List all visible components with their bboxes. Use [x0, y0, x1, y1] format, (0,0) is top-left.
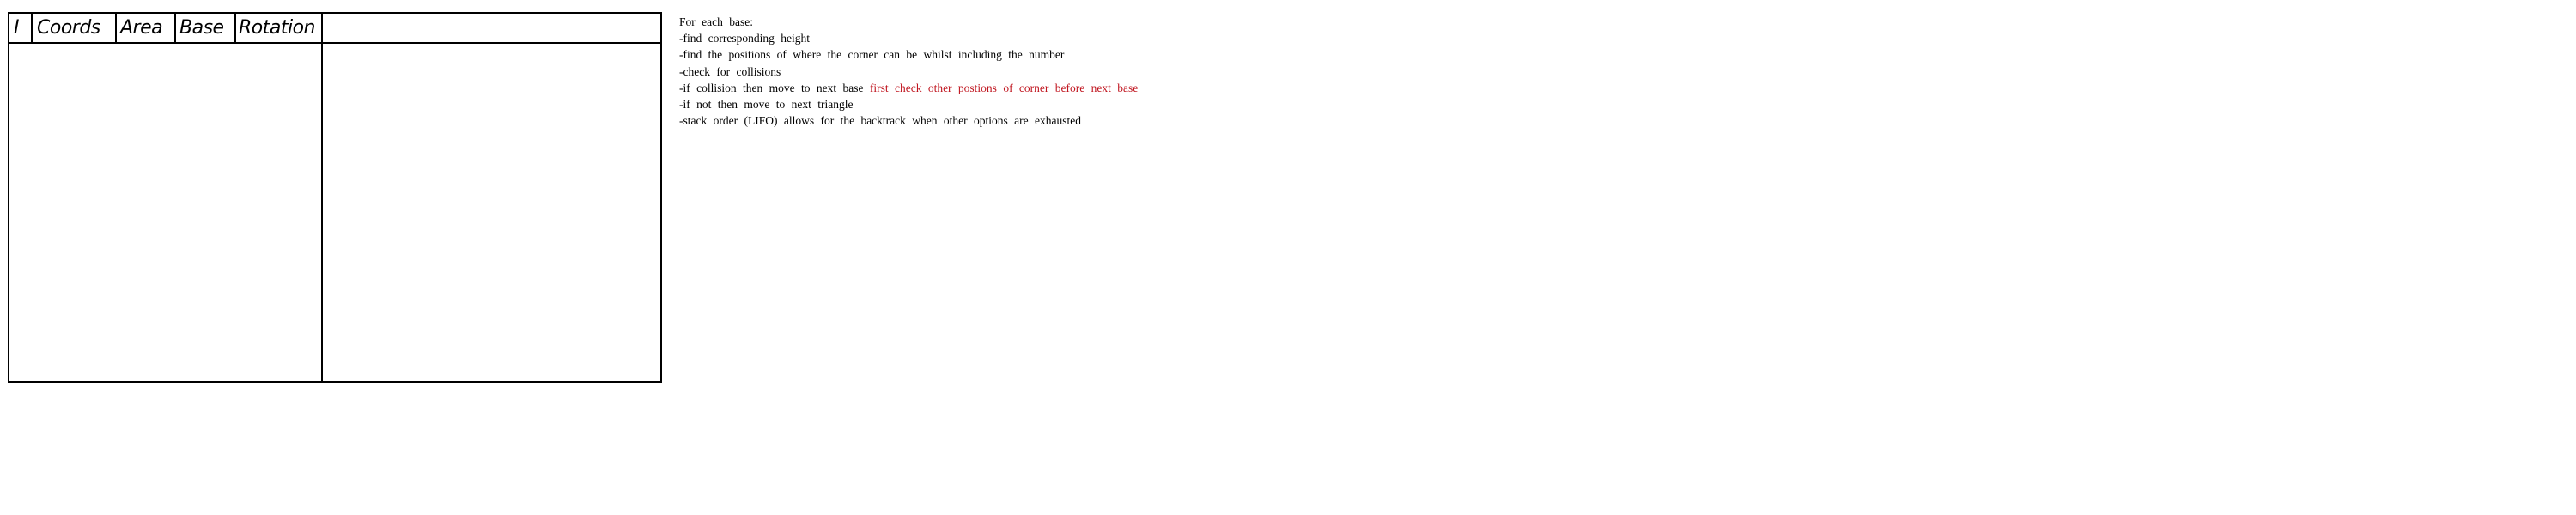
red-annotation: first check other postions of corner bef…: [869, 81, 1139, 94]
column-header-coords: Coords: [37, 17, 100, 39]
column-header-area: Area: [120, 17, 163, 39]
note-line: -check for collisions: [679, 64, 781, 78]
header-divider: [174, 14, 176, 42]
column-header-rotation: Rotation: [239, 17, 316, 39]
note-line: -stack order (LIFO) allows for the backt…: [679, 114, 1081, 128]
note-line: -if not then move to next triangle: [679, 98, 854, 112]
header-rule: [9, 42, 660, 44]
note-line: -find corresponding height: [679, 32, 810, 45]
column-header-index: I: [14, 17, 20, 39]
header-divider: [115, 14, 117, 42]
note-line: -if collision then move to next base: [679, 81, 864, 94]
column-header-base: Base: [179, 17, 224, 39]
hand-drawn-table: I Coords Area Base Rotation: [8, 12, 662, 383]
algorithm-notes: For each base: -find corresponding heigh…: [679, 14, 1138, 129]
notes-heading: For each base:: [679, 15, 753, 28]
note-line-with-annotation: -if collision then move to next base fir…: [679, 80, 1138, 96]
note-line: -find the positions of where the corner …: [679, 48, 1065, 62]
main-column-divider: [321, 14, 323, 381]
header-divider: [234, 14, 236, 42]
header-divider: [31, 14, 33, 42]
